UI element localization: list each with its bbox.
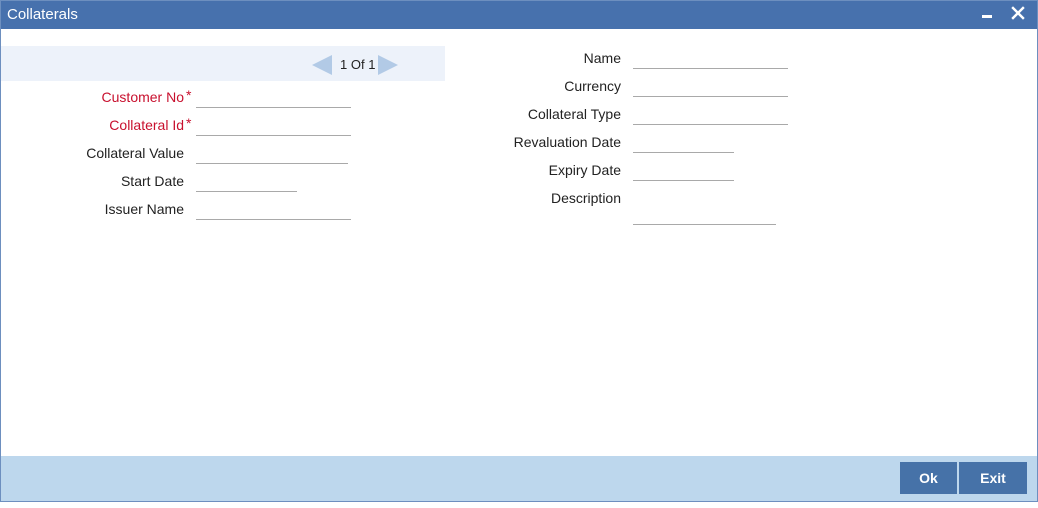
page-separator: Of bbox=[350, 57, 365, 72]
arrow-left-icon[interactable] bbox=[311, 54, 333, 76]
collateral-id-field[interactable] bbox=[196, 115, 351, 136]
collateral-id-label: Collateral Id bbox=[109, 117, 184, 133]
close-button[interactable] bbox=[1007, 3, 1029, 25]
window-title: Collaterals bbox=[7, 6, 78, 23]
expiry-date-label: Expiry Date bbox=[548, 162, 621, 178]
description-field[interactable] bbox=[633, 204, 776, 225]
footer-bar: Ok Exit bbox=[1, 456, 1037, 501]
collateral-id-required-mark: * bbox=[186, 115, 192, 131]
collateral-value-label: Collateral Value bbox=[86, 145, 184, 161]
page-indicator: 1 Of 1 bbox=[340, 57, 375, 72]
currency-label: Currency bbox=[564, 78, 621, 94]
customer-no-required-mark: * bbox=[186, 87, 192, 103]
description-label: Description bbox=[550, 190, 621, 206]
currency-field[interactable] bbox=[633, 76, 788, 97]
ok-button[interactable]: Ok bbox=[900, 462, 957, 494]
exit-button[interactable]: Exit bbox=[959, 462, 1027, 494]
arrow-right-icon[interactable] bbox=[377, 54, 399, 76]
collaterals-window: Collaterals 1 Of 1 Customer No * Collate… bbox=[0, 0, 1038, 502]
record-pager: 1 Of 1 bbox=[311, 54, 401, 76]
start-date-label: Start Date bbox=[120, 173, 184, 189]
revaluation-date-field[interactable] bbox=[633, 132, 734, 153]
minimize-button[interactable] bbox=[976, 3, 998, 25]
revaluation-date-label: Revaluation Date bbox=[513, 134, 621, 150]
minimize-icon bbox=[982, 15, 992, 18]
start-date-field[interactable] bbox=[196, 171, 297, 192]
expiry-date-field[interactable] bbox=[633, 160, 734, 181]
name-label: Name bbox=[583, 50, 621, 66]
customer-no-label: Customer No bbox=[101, 89, 184, 105]
customer-no-field[interactable] bbox=[196, 87, 351, 108]
total-pages: 1 bbox=[368, 57, 376, 72]
title-bar: Collaterals bbox=[1, 1, 1037, 29]
collateral-type-label: Collateral Type bbox=[527, 106, 621, 122]
issuer-name-label: Issuer Name bbox=[104, 201, 184, 217]
close-icon bbox=[1011, 6, 1025, 20]
current-page: 1 bbox=[340, 57, 348, 72]
issuer-name-field[interactable] bbox=[196, 199, 351, 220]
collateral-type-field[interactable] bbox=[633, 104, 788, 125]
record-navigation-bar: 1 Of 1 bbox=[1, 46, 445, 81]
collateral-value-field[interactable] bbox=[196, 143, 348, 164]
name-field[interactable] bbox=[633, 48, 788, 69]
